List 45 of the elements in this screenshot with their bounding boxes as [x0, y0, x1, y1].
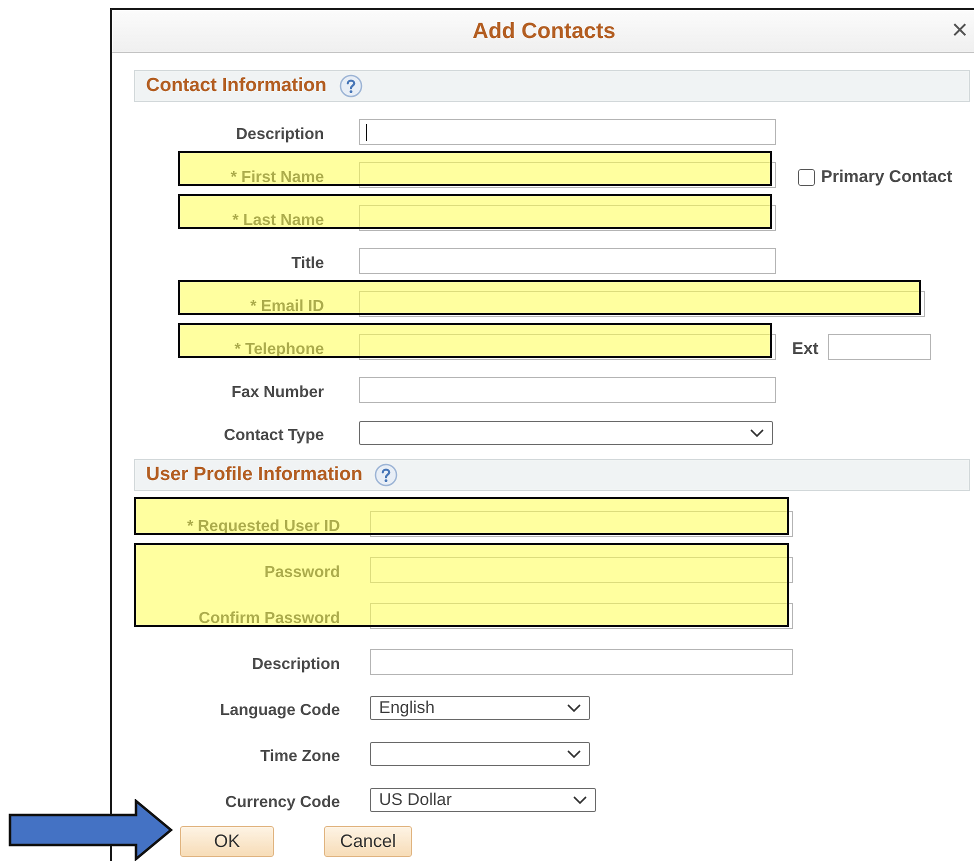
- dialog-button[interactable]: OK: [180, 826, 274, 857]
- text-field[interactable]: [359, 248, 776, 274]
- field-label: Confirm Password: [198, 610, 340, 629]
- field-label: Contact Type: [222, 427, 324, 446]
- text-field[interactable]: [359, 119, 776, 145]
- text-field[interactable]: [359, 291, 925, 317]
- text-field[interactable]: [370, 603, 793, 629]
- text-field[interactable]: [370, 649, 793, 675]
- text-field[interactable]: [370, 557, 793, 583]
- field-label: * First Name: [230, 169, 324, 188]
- chevron-down-icon: [567, 704, 581, 712]
- field-label: Description: [234, 126, 324, 145]
- text-field[interactable]: [359, 377, 776, 403]
- dropdown-field[interactable]: US Dollar: [370, 788, 596, 812]
- text-field[interactable]: [359, 162, 776, 188]
- dropdown-field[interactable]: [370, 742, 590, 766]
- field-label: Ext: [792, 339, 818, 360]
- field-label: * Telephone: [234, 341, 324, 360]
- text-field[interactable]: [359, 334, 776, 360]
- field-label: * Requested User ID: [186, 518, 340, 537]
- dropdown-field[interactable]: [359, 421, 773, 445]
- help-icon[interactable]: [338, 74, 362, 98]
- field-label: Currency Code: [224, 794, 340, 813]
- text-field[interactable]: [359, 205, 776, 231]
- dialog-button[interactable]: Cancel: [324, 826, 412, 857]
- section-title: User Profile Information: [146, 464, 362, 486]
- field-label: * Last Name: [231, 212, 324, 231]
- field-label: Fax Number: [230, 384, 324, 403]
- primary-contact-checkbox[interactable]: Primary Contact: [798, 167, 952, 188]
- section-title: Contact Information: [146, 75, 326, 97]
- field-label: * Email ID: [249, 298, 324, 317]
- close-button[interactable]: ×: [948, 16, 972, 44]
- chevron-down-icon: [750, 429, 764, 437]
- field-label: Password: [263, 564, 340, 583]
- chevron-down-icon: [573, 796, 587, 804]
- dialog-title: Add Contacts: [472, 18, 616, 44]
- field-label: Description: [250, 656, 340, 675]
- field-label: Language Code: [218, 702, 340, 721]
- chevron-down-icon: [567, 750, 581, 758]
- field-label: Time Zone: [259, 748, 340, 767]
- text-field[interactable]: [828, 334, 932, 360]
- field-label: Title: [290, 255, 324, 274]
- text-field[interactable]: [370, 511, 793, 537]
- dropdown-field[interactable]: English: [370, 696, 590, 720]
- help-icon[interactable]: [374, 463, 398, 487]
